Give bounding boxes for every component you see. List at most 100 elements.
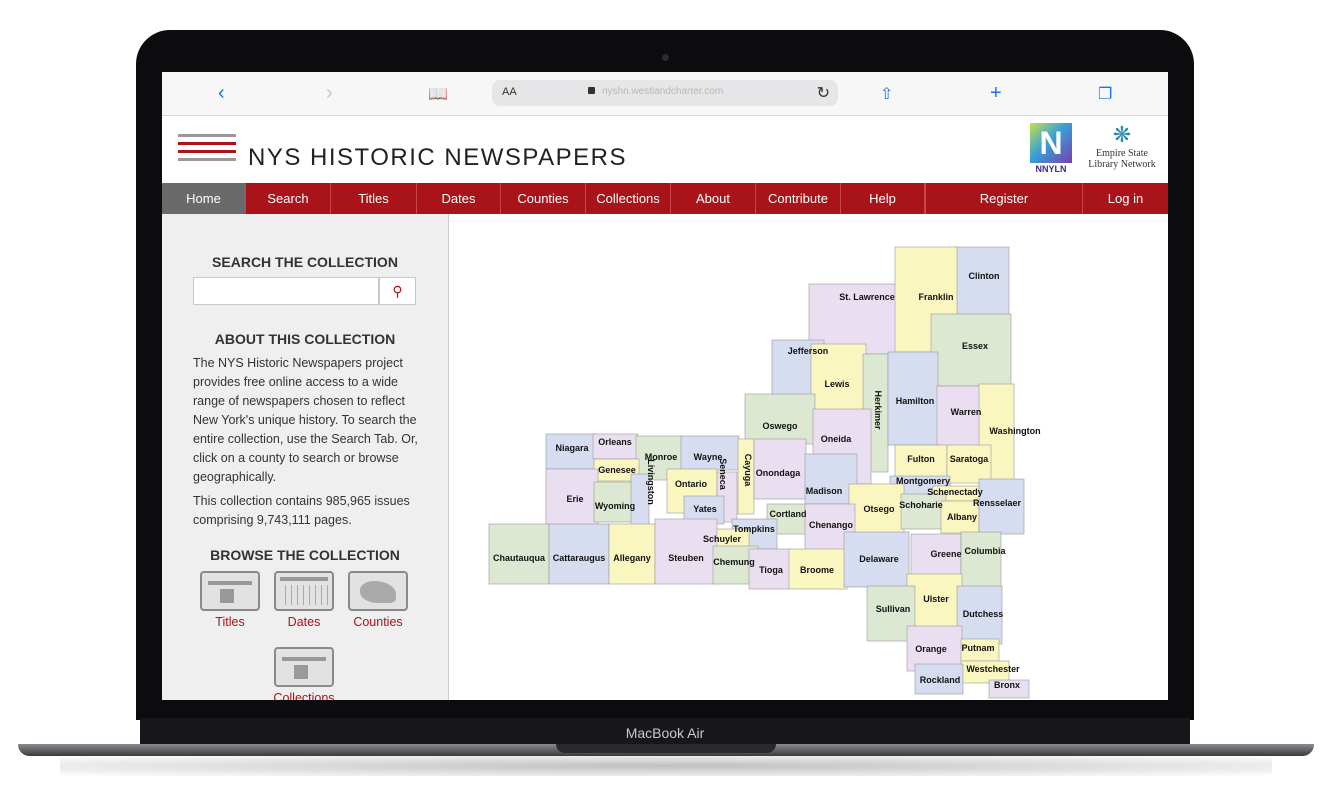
county-label[interactable]: Allegany	[613, 553, 651, 563]
county-label[interactable]: Jefferson	[788, 346, 829, 356]
site-title[interactable]: NYS HISTORIC NEWSPAPERS	[248, 144, 627, 172]
laptop-notch	[556, 744, 776, 753]
county-label[interactable]: Dutchess	[963, 609, 1004, 619]
nav-login[interactable]: Log in	[1083, 183, 1168, 214]
nav-register[interactable]: Register	[926, 183, 1083, 214]
county-label[interactable]: Washington	[989, 426, 1040, 436]
county-label[interactable]: Bronx	[994, 680, 1020, 690]
county-label[interactable]: Niagara	[555, 443, 589, 453]
county-region[interactable]	[953, 246, 1010, 316]
county-label[interactable]: Westchester	[966, 664, 1020, 674]
about-text: The NYS Historic Newspapers project prov…	[193, 356, 418, 484]
county-label[interactable]: Montgomery	[896, 476, 950, 486]
county-label[interactable]: Franklin	[918, 292, 953, 302]
browse-dates[interactable]: Dates	[272, 571, 336, 629]
nnyln-logo[interactable]: N NNYLN	[1030, 123, 1072, 174]
browse-counties[interactable]: Counties	[346, 571, 410, 629]
county-label[interactable]: Schoharie	[899, 500, 943, 510]
new-tab-icon[interactable]: +	[990, 82, 1002, 104]
county-label[interactable]: Ulster	[923, 594, 949, 604]
reload-icon[interactable]: ↻	[817, 83, 830, 103]
county-map: Clinton St. Lawrence Franklin Essex Jefferso…	[449, 214, 1168, 700]
county-label[interactable]: Cortland	[770, 509, 807, 519]
tabs-overview-icon[interactable]: ❐	[1098, 84, 1112, 106]
county-label[interactable]: Otsego	[863, 504, 895, 514]
esln-logo[interactable]: ❋ Empire State Library Network	[1084, 122, 1160, 170]
nav-contribute[interactable]: Contribute	[756, 183, 841, 214]
county-label[interactable]: Tioga	[759, 565, 784, 575]
county-label[interactable]: Delaware	[859, 554, 899, 564]
county-label[interactable]: Fulton	[907, 454, 935, 464]
county-region[interactable]	[946, 444, 992, 484]
county-label[interactable]: Chenango	[809, 520, 854, 530]
county-label[interactable]: Greene	[930, 549, 961, 559]
county-label[interactable]: Saratoga	[950, 454, 990, 464]
county-label[interactable]: Chautauqua	[493, 553, 546, 563]
county-label[interactable]: Schuyler	[703, 534, 742, 544]
county-label[interactable]: Cattaraugus	[553, 553, 606, 563]
county-label[interactable]: St. Lawrence	[839, 292, 895, 302]
county-label[interactable]: Orange	[915, 644, 947, 654]
esln-line2: Library Network	[1088, 159, 1156, 170]
nav-titles[interactable]: Titles	[331, 183, 417, 214]
county-label[interactable]: Chemung	[713, 557, 755, 567]
county-label[interactable]: Ontario	[675, 479, 708, 489]
county-label[interactable]: Sullivan	[876, 604, 911, 614]
browse-collections-label[interactable]: Collections	[272, 691, 336, 700]
url-bar[interactable]: AA nyshn.westlandcharter.com ↻	[492, 80, 838, 106]
county-label[interactable]: Cayuga	[743, 454, 753, 488]
browse-counties-label[interactable]: Counties	[346, 615, 410, 629]
county-label[interactable]: Tompkins	[733, 524, 775, 534]
share-icon[interactable]: ⇧	[880, 84, 893, 106]
nav-home[interactable]: Home	[162, 183, 246, 214]
county-label[interactable]: Lewis	[824, 379, 849, 389]
back-icon[interactable]: ‹	[218, 82, 225, 104]
county-label[interactable]: Hamilton	[896, 396, 935, 406]
forward-icon[interactable]: ›	[326, 82, 333, 104]
county-label[interactable]: Rockland	[920, 675, 961, 685]
county-label[interactable]: Clinton	[969, 271, 1000, 281]
county-label[interactable]: Broome	[800, 565, 834, 575]
county-label[interactable]: Livingston	[646, 459, 656, 505]
browse-titles-label[interactable]: Titles	[198, 615, 262, 629]
county-region[interactable]	[744, 393, 816, 445]
county-label[interactable]: Seneca	[718, 458, 728, 491]
nav-counties[interactable]: Counties	[501, 183, 586, 214]
county-label[interactable]: Schenectady	[927, 487, 983, 497]
browse-collections[interactable]: Collections	[272, 647, 336, 700]
county-region[interactable]	[936, 385, 986, 452]
county-label[interactable]: Erie	[566, 494, 583, 504]
county-label[interactable]: Genesee	[598, 465, 636, 475]
bookmarks-icon[interactable]: 📖	[428, 84, 448, 106]
county-label[interactable]: Orleans	[598, 437, 632, 447]
nav-about[interactable]: About	[671, 183, 756, 214]
nav-help[interactable]: Help	[841, 183, 925, 214]
ny-map-icon	[348, 571, 408, 611]
url-text[interactable]: nyshn.westlandcharter.com	[602, 86, 723, 97]
county-label[interactable]: Wyoming	[595, 501, 635, 511]
browse-dates-label[interactable]: Dates	[272, 615, 336, 629]
county-label[interactable]: Warren	[951, 407, 982, 417]
county-label[interactable]: Putnam	[961, 643, 994, 653]
search-button[interactable]: ⚲	[379, 277, 416, 305]
county-label[interactable]: Albany	[947, 512, 977, 522]
reader-size-button[interactable]: AA	[502, 86, 517, 98]
county-label[interactable]: Herkimer	[873, 390, 883, 430]
county-label[interactable]: Steuben	[668, 553, 704, 563]
county-label[interactable]: Oneida	[821, 434, 853, 444]
county-label[interactable]: Onondaga	[756, 468, 801, 478]
county-region[interactable]	[654, 518, 718, 585]
county-label[interactable]: Oswego	[762, 421, 798, 431]
county-region[interactable]	[960, 531, 1002, 588]
search-input[interactable]	[193, 277, 379, 305]
nav-dates[interactable]: Dates	[417, 183, 501, 214]
county-label[interactable]: Columbia	[964, 546, 1006, 556]
browse-titles[interactable]: Titles	[198, 571, 262, 629]
county-label[interactable]: Essex	[962, 341, 988, 351]
nav-collections[interactable]: Collections	[586, 183, 671, 214]
nav-search[interactable]: Search	[246, 183, 331, 214]
county-label[interactable]: Yates	[693, 504, 717, 514]
county-label[interactable]: Madison	[806, 486, 843, 496]
county-label[interactable]: Rensselaer	[973, 498, 1022, 508]
site-logo-icon[interactable]	[178, 134, 236, 166]
